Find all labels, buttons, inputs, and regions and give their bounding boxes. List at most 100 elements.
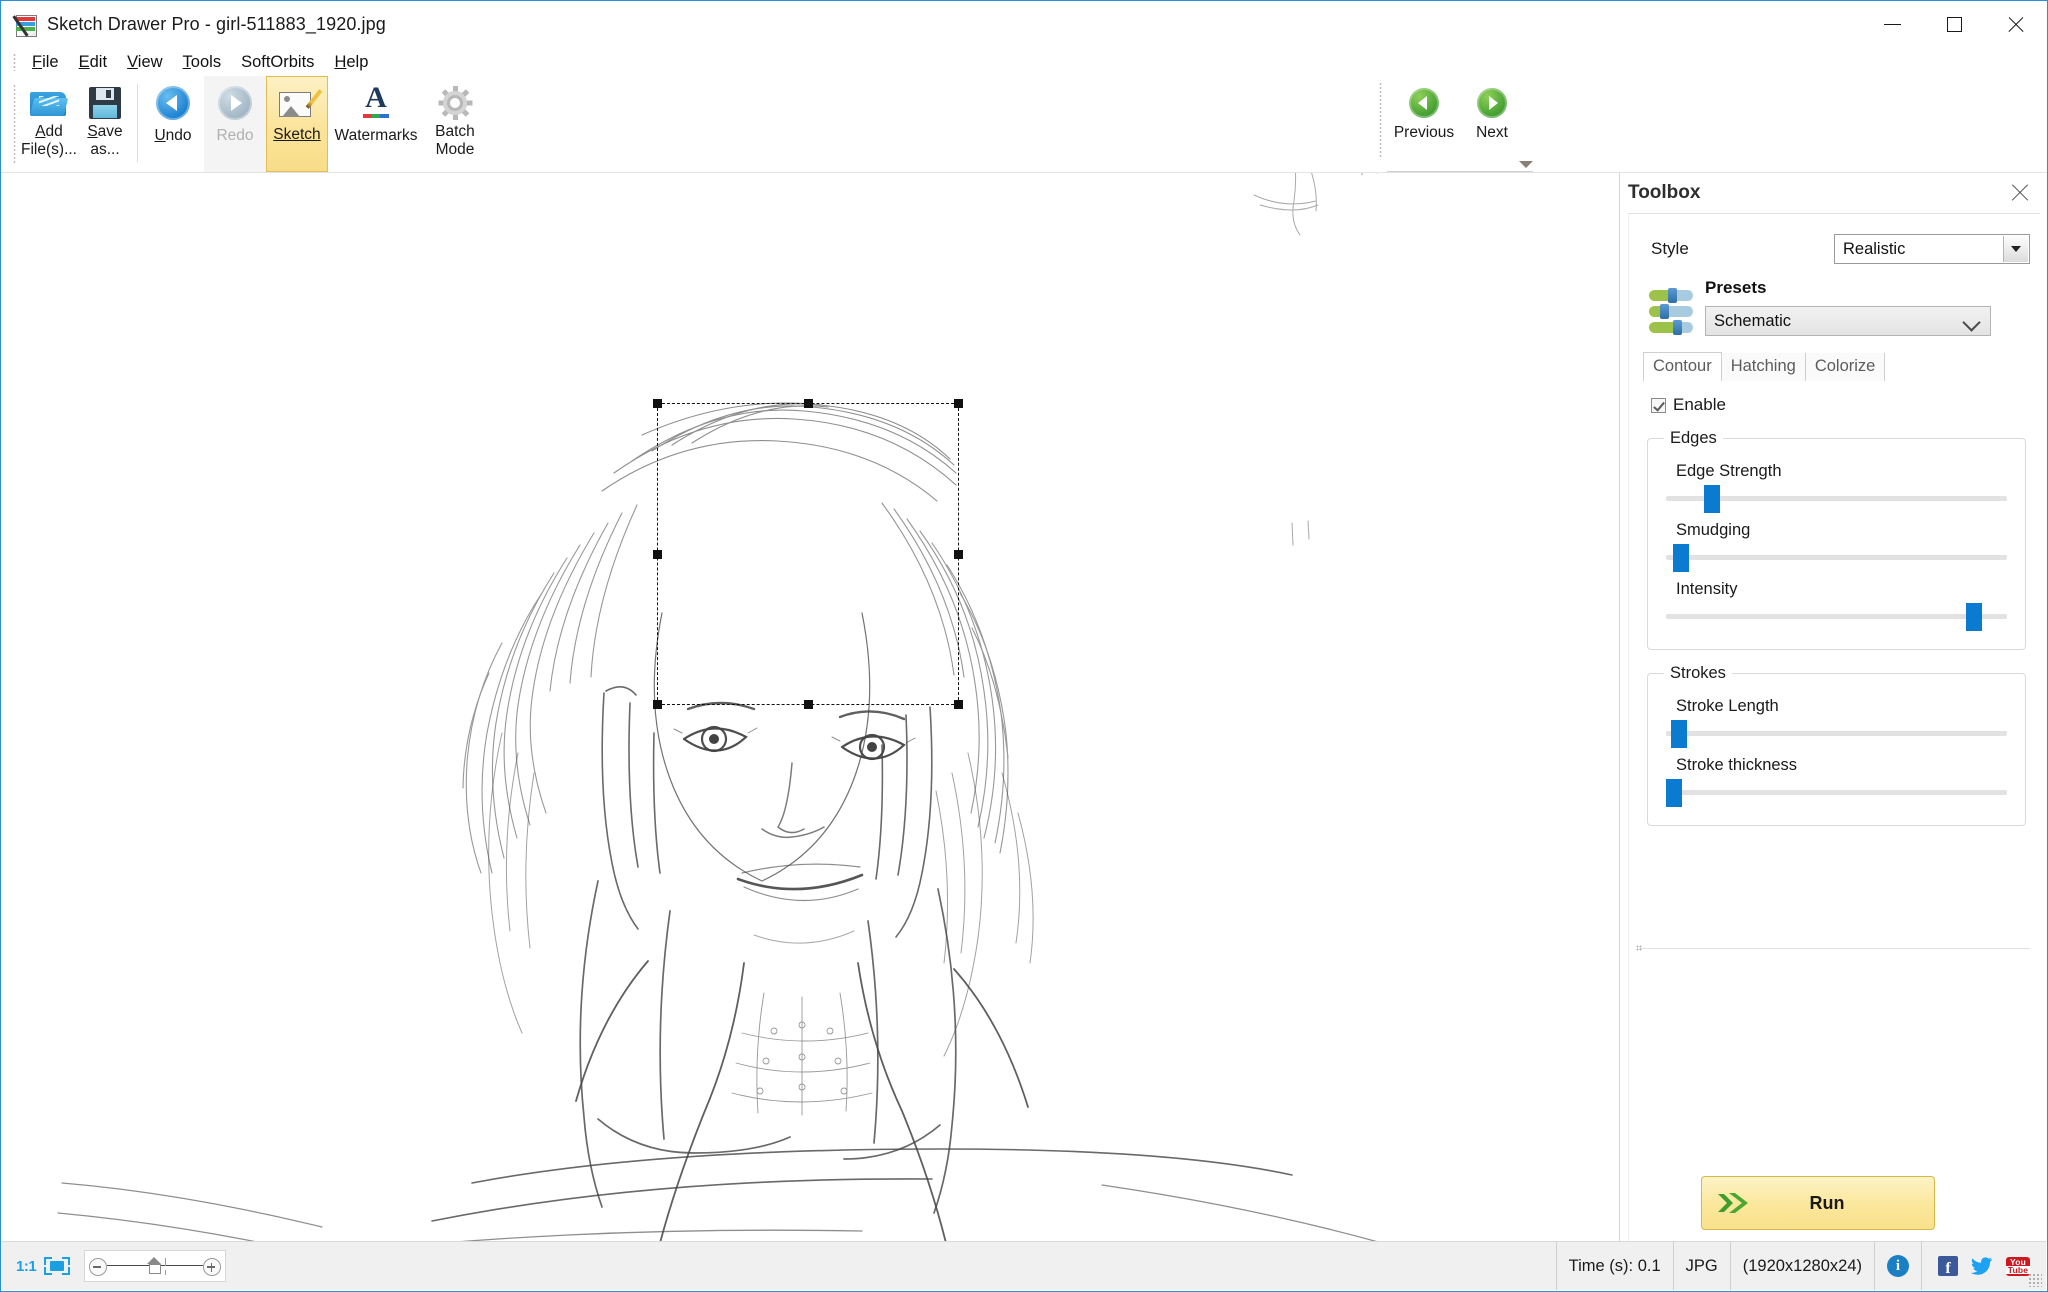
menu-item-file[interactable]: File: [22, 51, 69, 74]
ribbon-expand-icon[interactable]: [1519, 161, 1533, 168]
menu-item-tools[interactable]: Tools: [173, 51, 232, 74]
selection-handle-se[interactable]: [954, 700, 963, 709]
smudging-slider[interactable]: [1666, 544, 2007, 572]
batch-mode-button[interactable]: Batch Mode: [424, 76, 486, 172]
run-button[interactable]: Run: [1701, 1176, 1935, 1230]
selection-handle-s[interactable]: [804, 700, 813, 709]
chevron-down-icon: [1962, 313, 1981, 332]
nav-underline: [1387, 171, 1533, 172]
stroke-thickness-slider[interactable]: [1666, 779, 2007, 807]
maximize-button[interactable]: [1923, 1, 1985, 48]
edges-group-title: Edges: [1670, 429, 1717, 447]
sketch-picture-icon: [279, 83, 323, 125]
info-icon[interactable]: i: [1887, 1255, 1909, 1277]
info-cell[interactable]: i: [1875, 1242, 1922, 1290]
batch-mode-label-2: Mode: [435, 141, 475, 159]
menu-item-softorbits[interactable]: SoftOrbits: [231, 51, 324, 74]
slider-thumb[interactable]: [1966, 603, 1983, 631]
undo-button[interactable]: Undo: [142, 76, 204, 172]
menu-item-help[interactable]: Help: [324, 51, 378, 74]
image-canvas[interactable]: [2, 173, 1618, 1242]
zoom-in-icon[interactable]: [203, 1258, 222, 1276]
menu-bar: File Edit View Tools SoftOrbits Help: [1, 48, 2047, 76]
menu-drag-grip[interactable]: [13, 53, 16, 71]
tab-contour[interactable]: Contour: [1643, 352, 1722, 381]
chevron-down-icon: [2011, 246, 2021, 252]
zoom-reset-icon[interactable]: [147, 1257, 162, 1274]
stroke-thickness-label: Stroke thickness: [1676, 756, 1798, 774]
style-select[interactable]: Realistic: [1834, 234, 2030, 264]
redo-arrow-icon: [218, 82, 252, 124]
minimize-button[interactable]: [1861, 1, 1923, 48]
toolbox-body: Style Realistic Presets Schematic Contou…: [1628, 213, 2040, 1242]
stroke-length-slider[interactable]: [1666, 720, 2007, 748]
presets-block: Presets Schematic: [1629, 278, 2040, 336]
letter-a-icon: A: [360, 82, 392, 124]
edge-strength-slider[interactable]: [1666, 485, 2007, 513]
image-dimensions-label: (1920x1280x24): [1742, 1256, 1862, 1275]
undo-arrow-icon: [156, 82, 190, 124]
fit-to-window-icon[interactable]: [44, 1257, 71, 1275]
selection-handle-e[interactable]: [954, 550, 963, 559]
ribbon-drag-grip[interactable]: [13, 84, 16, 164]
sketch-button[interactable]: Sketch: [266, 76, 328, 172]
selection-rectangle[interactable]: [653, 399, 963, 709]
add-files-button[interactable]: Add File(s)...: [21, 76, 77, 172]
menu-item-view[interactable]: View: [117, 51, 172, 74]
youtube-icon[interactable]: You Tube: [2005, 1256, 2031, 1276]
selection-handle-w[interactable]: [653, 550, 662, 559]
batch-mode-label-1: Batch: [435, 123, 475, 140]
zoom-ratio-label[interactable]: 1:1: [2, 1258, 44, 1275]
menu-item-edit[interactable]: Edit: [69, 51, 117, 74]
zoom-slider[interactable]: [84, 1250, 227, 1282]
effects-tool-group: Sketch A Watermarks Batch Mode: [266, 76, 486, 172]
edges-group: Edges Edge Strength Smudging Intensity: [1647, 429, 2026, 650]
presets-select[interactable]: Schematic: [1705, 306, 1991, 336]
green-double-arrow-icon: [1718, 1190, 1750, 1216]
style-row: Style Realistic: [1629, 234, 2040, 264]
twitter-icon[interactable]: [1970, 1257, 1993, 1275]
selection-handle-n[interactable]: [804, 399, 813, 408]
add-files-label: File(s)...: [21, 141, 77, 159]
enable-row[interactable]: Enable: [1629, 395, 2040, 415]
status-spacer: [236, 1242, 1555, 1290]
previous-button[interactable]: Previous: [1390, 76, 1458, 172]
navigation-group: Previous Next: [1379, 76, 1526, 172]
selection-handle-ne[interactable]: [954, 399, 963, 408]
window-title: Sketch Drawer Pro - girl-511883_1920.jpg: [47, 14, 386, 34]
nav-separator: [1379, 82, 1382, 158]
resize-grip[interactable]: [2028, 1273, 2042, 1287]
slider-thumb[interactable]: [1672, 544, 1689, 572]
toolbox-close-button[interactable]: [2010, 182, 2032, 204]
run-label: Run: [1809, 1192, 1845, 1213]
zoom-out-icon[interactable]: [89, 1258, 108, 1276]
intensity-slider[interactable]: [1666, 603, 2007, 631]
toolbar-ribbon: Add File(s)... Save as... Undo Redo Sket…: [1, 76, 2047, 245]
selection-handle-sw[interactable]: [653, 700, 662, 709]
selection-handle-nw[interactable]: [653, 399, 662, 408]
slider-thumb[interactable]: [1671, 720, 1688, 748]
youtube-text-bottom: Tube: [2005, 1265, 2031, 1275]
watermarks-button[interactable]: A Watermarks: [328, 76, 424, 172]
next-button[interactable]: Next: [1458, 76, 1526, 172]
effect-tabs: Contour Hatching Colorize: [1629, 352, 2040, 381]
facebook-icon[interactable]: f: [1938, 1256, 1958, 1276]
processing-time-cell: Time (s): 0.1: [1555, 1242, 1674, 1290]
edge-strength-label: Edge Strength: [1676, 462, 1782, 480]
close-button[interactable]: [1985, 1, 2047, 48]
redo-label: Redo: [216, 126, 254, 144]
slider-thumb[interactable]: [1703, 485, 1720, 513]
enable-checkbox[interactable]: [1651, 397, 1666, 413]
gear-icon: [438, 82, 473, 124]
redo-button[interactable]: Redo: [204, 76, 266, 172]
tab-hatching[interactable]: Hatching: [1721, 353, 1806, 381]
save-as-label: as...: [90, 141, 120, 159]
file-format-label: JPG: [1685, 1256, 1718, 1275]
style-dropdown-button[interactable]: [2003, 236, 2028, 262]
tab-colorize[interactable]: Colorize: [1805, 353, 1886, 381]
slider-thumb[interactable]: [1666, 779, 1682, 807]
history-tool-group: Undo Redo: [142, 76, 266, 172]
save-as-button[interactable]: Save as...: [77, 76, 133, 172]
presets-right: Presets Schematic: [1705, 278, 2040, 336]
smudging-label: Smudging: [1676, 521, 1751, 539]
